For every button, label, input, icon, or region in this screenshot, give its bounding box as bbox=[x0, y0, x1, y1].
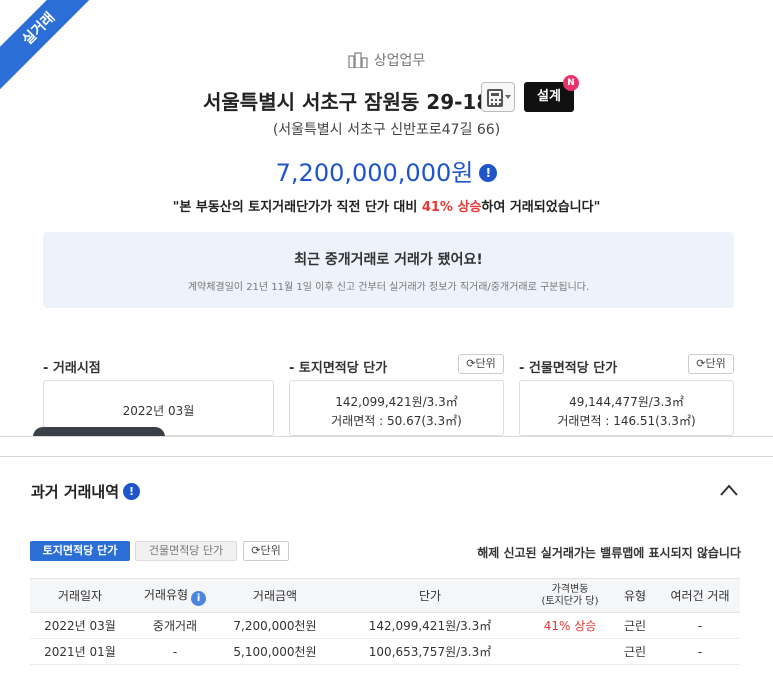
table-row[interactable]: 2021년 01월 - 5,100,000천원 100,653,757원/3.3… bbox=[30, 638, 740, 665]
cell-change: 41% 상승 bbox=[530, 612, 610, 639]
note-suffix: 하여 거래되었습니다" bbox=[481, 200, 601, 215]
col-change: 가격변동 (토지단가 당) bbox=[530, 578, 610, 613]
cell-amount: 7,200,000천원 bbox=[220, 612, 330, 639]
cell-type: - bbox=[130, 638, 220, 665]
cell-multi: - bbox=[660, 612, 740, 639]
cell-unit-price: 142,099,421원/3.3㎡ bbox=[330, 612, 530, 639]
history-unit-toggle-label: 단위 bbox=[260, 544, 281, 557]
brokerage-notice: 최근 중개거래로 거래가 됐어요! 계약체결일이 21년 11월 1일 이후 신… bbox=[43, 232, 734, 308]
bldg-unit-box: 49,144,477원/3.3㎡ 거래면적 : 146.51(3.3㎡) bbox=[519, 380, 734, 436]
deal-date-value: 2022년 03월 bbox=[122, 404, 195, 418]
col-type-label: 거래유형 bbox=[143, 587, 189, 602]
notice-subtitle: 계약체결일이 21년 11월 1일 이후 신고 건부터 실거래가 정보가 직거래… bbox=[187, 282, 590, 293]
notice-title: 최근 중개거래로 거래가 됐어요! bbox=[294, 252, 483, 268]
col-change-line1: 가격변동 bbox=[551, 583, 589, 595]
land-unit-toggle-label: 단위 bbox=[475, 357, 496, 370]
info-icon[interactable]: ! bbox=[123, 483, 141, 500]
bldg-deal-area: 거래면적 : 146.51(3.3㎡) bbox=[557, 414, 696, 428]
col-change-line2: (토지단가 당) bbox=[541, 595, 599, 607]
col-date: 거래일자 bbox=[30, 578, 130, 613]
transaction-summary-card: 실거래 상업업무 서울특별시 서초구 잠원동 29-18 설계 N (서울특별시… bbox=[0, 0, 773, 437]
cell-category: 근린 bbox=[610, 612, 660, 639]
cell-change bbox=[530, 638, 610, 665]
bldg-unit-price: 49,144,477원/3.3㎡ bbox=[569, 395, 684, 409]
chevron-up-icon[interactable] bbox=[719, 483, 739, 497]
col-type: 거래유형 i bbox=[130, 578, 220, 613]
road-address: (서울특별시 서초구 신반포로47길 66) bbox=[272, 122, 501, 138]
history-title-text: 과거 거래내역 bbox=[31, 483, 120, 501]
col-amount: 거래금액 bbox=[220, 578, 330, 613]
land-unit-toggle-button[interactable]: ⟳단위 bbox=[458, 354, 504, 374]
cell-amount: 5,100,000천원 bbox=[220, 638, 330, 665]
bldg-unit-toggle-button[interactable]: ⟳단위 bbox=[688, 354, 734, 374]
note-change: 41% 상승 bbox=[421, 200, 482, 215]
history-unit-toggle-button[interactable]: ⟳단위 bbox=[243, 541, 289, 561]
history-note: 해제 신고된 실거래가는 밸류맵에 표시되지 않습니다 bbox=[477, 546, 741, 560]
cell-unit-price: 100,653,757원/3.3㎡ bbox=[330, 638, 530, 665]
category-label: 상업업무 bbox=[0, 50, 773, 70]
cell-category: 근린 bbox=[610, 638, 660, 665]
col-category: 유형 bbox=[610, 578, 660, 613]
calculator-dropdown-button[interactable] bbox=[481, 82, 515, 112]
col-unit-price: 단가 bbox=[330, 578, 530, 613]
tab-land-unit-price[interactable]: 토지면적당 단가 bbox=[30, 541, 130, 561]
cell-date: 2022년 03월 bbox=[30, 612, 130, 639]
price-change-note: "본 부동산의 토지거래단가가 직전 단가 대비 41% 상승하여 거래되었습니… bbox=[0, 196, 773, 215]
price-row: 7,200,000,000원! bbox=[0, 153, 773, 188]
bldg-unit-label: - 건물면적당 단가 bbox=[519, 361, 618, 376]
info-icon[interactable]: ! bbox=[479, 164, 498, 182]
category-text: 상업업무 bbox=[373, 53, 426, 69]
tab-bldg-unit-price[interactable]: 건물면적당 단가 bbox=[135, 541, 237, 561]
floating-tooltip bbox=[33, 427, 165, 436]
bldg-unit-toggle-label: 단위 bbox=[705, 357, 726, 370]
table-row[interactable]: 2022년 03월 중개거래 7,200,000천원 142,099,421원/… bbox=[30, 612, 740, 639]
col-multi: 여러건 거래 bbox=[660, 578, 740, 613]
history-card: 과거 거래내역! 토지면적당 단가 건물면적당 단가 ⟳단위 해제 신고된 실거… bbox=[0, 456, 773, 685]
building-icon bbox=[348, 52, 368, 68]
table-header-row: 거래일자 거래유형 i 거래금액 단가 가격변동 (토지단가 당) 유형 여러건 거… bbox=[30, 578, 740, 613]
new-badge: N bbox=[563, 75, 579, 91]
chevron-down-icon bbox=[505, 95, 511, 99]
land-unit-box: 142,099,421원/3.3㎡ 거래면적 : 50.67(3.3㎡) bbox=[289, 380, 504, 436]
property-address: 서울특별시 서초구 잠원동 29-18 bbox=[203, 90, 491, 114]
deal-price: 7,200,000,000원 bbox=[275, 159, 474, 187]
info-icon[interactable]: i bbox=[191, 590, 207, 606]
calculator-icon bbox=[487, 89, 503, 107]
cell-multi: - bbox=[660, 638, 740, 665]
history-table: 거래일자 거래유형 i 거래금액 단가 가격변동 (토지단가 당) 유형 여러건 거… bbox=[30, 578, 740, 665]
cell-date: 2021년 01월 bbox=[30, 638, 130, 665]
cell-type: 중개거래 bbox=[130, 612, 220, 639]
note-prefix: "본 부동산의 토지거래단가가 직전 단가 대비 bbox=[172, 200, 422, 215]
deal-date-label: - 거래시점 bbox=[43, 361, 101, 376]
history-title: 과거 거래내역! bbox=[31, 481, 141, 502]
real-deal-ribbon: 실거래 bbox=[0, 0, 103, 93]
land-deal-area: 거래면적 : 50.67(3.3㎡) bbox=[331, 414, 462, 428]
land-unit-label: - 토지면적당 단가 bbox=[289, 361, 388, 376]
land-unit-price: 142,099,421원/3.3㎡ bbox=[335, 395, 458, 409]
